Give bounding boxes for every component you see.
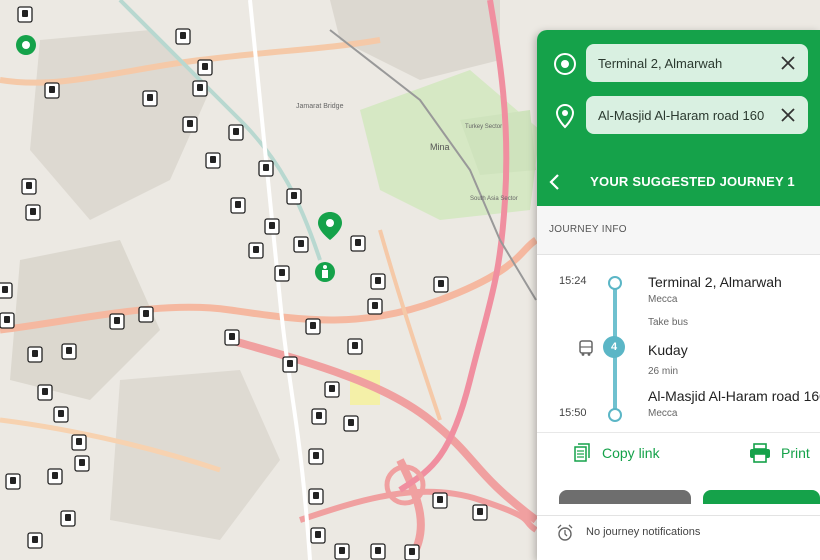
printer-icon	[750, 443, 770, 463]
bus-stop-icon[interactable]	[53, 406, 69, 423]
bus-stop-icon[interactable]	[433, 276, 449, 293]
origin-city: Mecca	[648, 294, 678, 305]
bus-stop-icon[interactable]	[224, 329, 240, 346]
origin-stop-name: Terminal 2, Almarwah	[648, 274, 782, 290]
bus-stop-icon[interactable]	[0, 312, 15, 329]
bus-stop-icon[interactable]	[60, 510, 76, 527]
map-label: Turkey Sector	[465, 124, 502, 130]
destination-city: Mecca	[648, 408, 678, 419]
destination-field[interactable]: Al-Masjid Al-Haram road 160	[586, 96, 808, 134]
print-label: Print	[781, 445, 810, 461]
bus-stop-icon[interactable]	[0, 282, 13, 299]
bus-stop-icon[interactable]	[248, 242, 264, 259]
bus-stop-icon[interactable]	[334, 543, 350, 560]
destination-field-text: Al-Masjid Al-Haram road 160	[598, 107, 765, 123]
map-label: Mina	[430, 142, 450, 152]
bus-stop-icon[interactable]	[71, 434, 87, 451]
bus-stop-icon[interactable]	[21, 178, 37, 195]
bus-stop-icon[interactable]	[182, 116, 198, 133]
bus-stop-icon[interactable]	[311, 408, 327, 425]
bus-stop-icon[interactable]	[370, 273, 386, 290]
bus-stop-icon[interactable]	[37, 384, 53, 401]
bus-stop-icon[interactable]	[192, 80, 208, 97]
bus-stop-icon[interactable]	[142, 90, 158, 107]
notifications-bar: No journey notifications	[537, 515, 820, 560]
bus-stop-icon[interactable]	[205, 152, 221, 169]
bus-stop-icon[interactable]	[324, 381, 340, 398]
origin-location-icon	[554, 53, 576, 75]
bus-stop-icon[interactable]	[27, 346, 43, 363]
destination-stop-name: Al-Masjid Al-Haram road 160	[648, 388, 820, 404]
search-header: Terminal 2, Almarwah Al-Masjid Al-Haram …	[537, 30, 820, 206]
bus-stop-icon[interactable]	[228, 124, 244, 141]
clear-destination-icon[interactable]	[780, 107, 796, 123]
bus-stop-icon[interactable]	[367, 298, 383, 315]
copy-link-label: Copy link	[602, 445, 660, 461]
bus-stop-icon[interactable]	[293, 236, 309, 253]
alarm-clock-icon	[557, 524, 573, 541]
journey-actions: Copy link Print	[537, 432, 820, 473]
start-time: 15:24	[559, 275, 587, 287]
bus-stop-icon[interactable]	[274, 265, 290, 282]
copy-document-icon	[574, 443, 590, 462]
journey-info-strip: JOURNEY INFO	[537, 206, 820, 255]
bus-stop-icon[interactable]	[308, 448, 324, 465]
journey-panel: Terminal 2, Almarwah Al-Masjid Al-Haram …	[537, 30, 820, 560]
bus-duration: 26 min	[648, 366, 679, 377]
copy-link-button[interactable]: Copy link	[572, 443, 660, 463]
bus-stop-icon[interactable]	[305, 318, 321, 335]
bus-stop-icon[interactable]	[286, 188, 302, 205]
bus-stop-icon[interactable]	[25, 204, 41, 221]
bus-stop-icon[interactable]	[61, 343, 77, 360]
bus-stop-icon[interactable]	[310, 527, 326, 544]
bus-stop-icon[interactable]	[44, 82, 60, 99]
bus-number-badge: 4	[603, 336, 625, 358]
bus-stop-icon[interactable]	[27, 532, 43, 549]
map-label: Jamarat Bridge	[296, 103, 344, 110]
primary-action-button[interactable]	[703, 490, 820, 504]
journey-title: YOUR SUGGESTED JOURNEY 1	[590, 174, 795, 189]
bus-stop-icon[interactable]	[282, 356, 298, 373]
bus-stop-icon[interactable]	[5, 473, 21, 490]
route-start-dot	[608, 276, 622, 290]
toilet-marker-icon	[315, 262, 335, 282]
bus-stop-icon[interactable]	[109, 313, 125, 330]
bus-stop-icon[interactable]	[230, 197, 246, 214]
bus-stop-icon[interactable]	[258, 160, 274, 177]
bus-icon	[579, 340, 593, 356]
clear-origin-icon[interactable]	[780, 55, 796, 71]
bus-stop-icon[interactable]	[350, 235, 366, 252]
bus-stop-icon[interactable]	[264, 218, 280, 235]
back-chevron-icon[interactable]	[545, 172, 565, 192]
bus-stop-icon[interactable]	[138, 306, 154, 323]
route-end-dot	[608, 408, 622, 422]
origin-field[interactable]: Terminal 2, Almarwah	[586, 44, 808, 82]
bus-stop-icon[interactable]	[347, 338, 363, 355]
print-button[interactable]: Print	[749, 443, 810, 463]
bus-stop-icon[interactable]	[197, 59, 213, 76]
map-label: South Asia Sector	[470, 196, 518, 202]
bus-instruction: Take bus	[648, 317, 689, 328]
bus-stop-icon[interactable]	[308, 488, 324, 505]
bus-line-name: Kuday	[648, 342, 688, 358]
bus-stop-icon[interactable]	[343, 415, 359, 432]
notifications-text: No journey notifications	[586, 526, 701, 538]
origin-field-text: Terminal 2, Almarwah	[598, 55, 723, 71]
end-time: 15:50	[559, 407, 587, 419]
bus-stop-icon[interactable]	[74, 455, 90, 472]
bus-stop-icon[interactable]	[370, 543, 386, 560]
bus-stop-icon[interactable]	[47, 468, 63, 485]
journey-title-bar: YOUR SUGGESTED JOURNEY 1	[537, 159, 820, 205]
bus-stop-icon[interactable]	[472, 504, 488, 521]
bus-stop-icon[interactable]	[404, 544, 420, 560]
destination-location-icon	[555, 103, 575, 129]
bus-stop-icon[interactable]	[175, 28, 191, 45]
bus-stop-icon[interactable]	[432, 492, 448, 509]
secondary-action-button[interactable]	[559, 490, 691, 504]
journey-info-label: JOURNEY INFO	[549, 224, 627, 235]
bus-stop-icon[interactable]	[17, 6, 33, 23]
